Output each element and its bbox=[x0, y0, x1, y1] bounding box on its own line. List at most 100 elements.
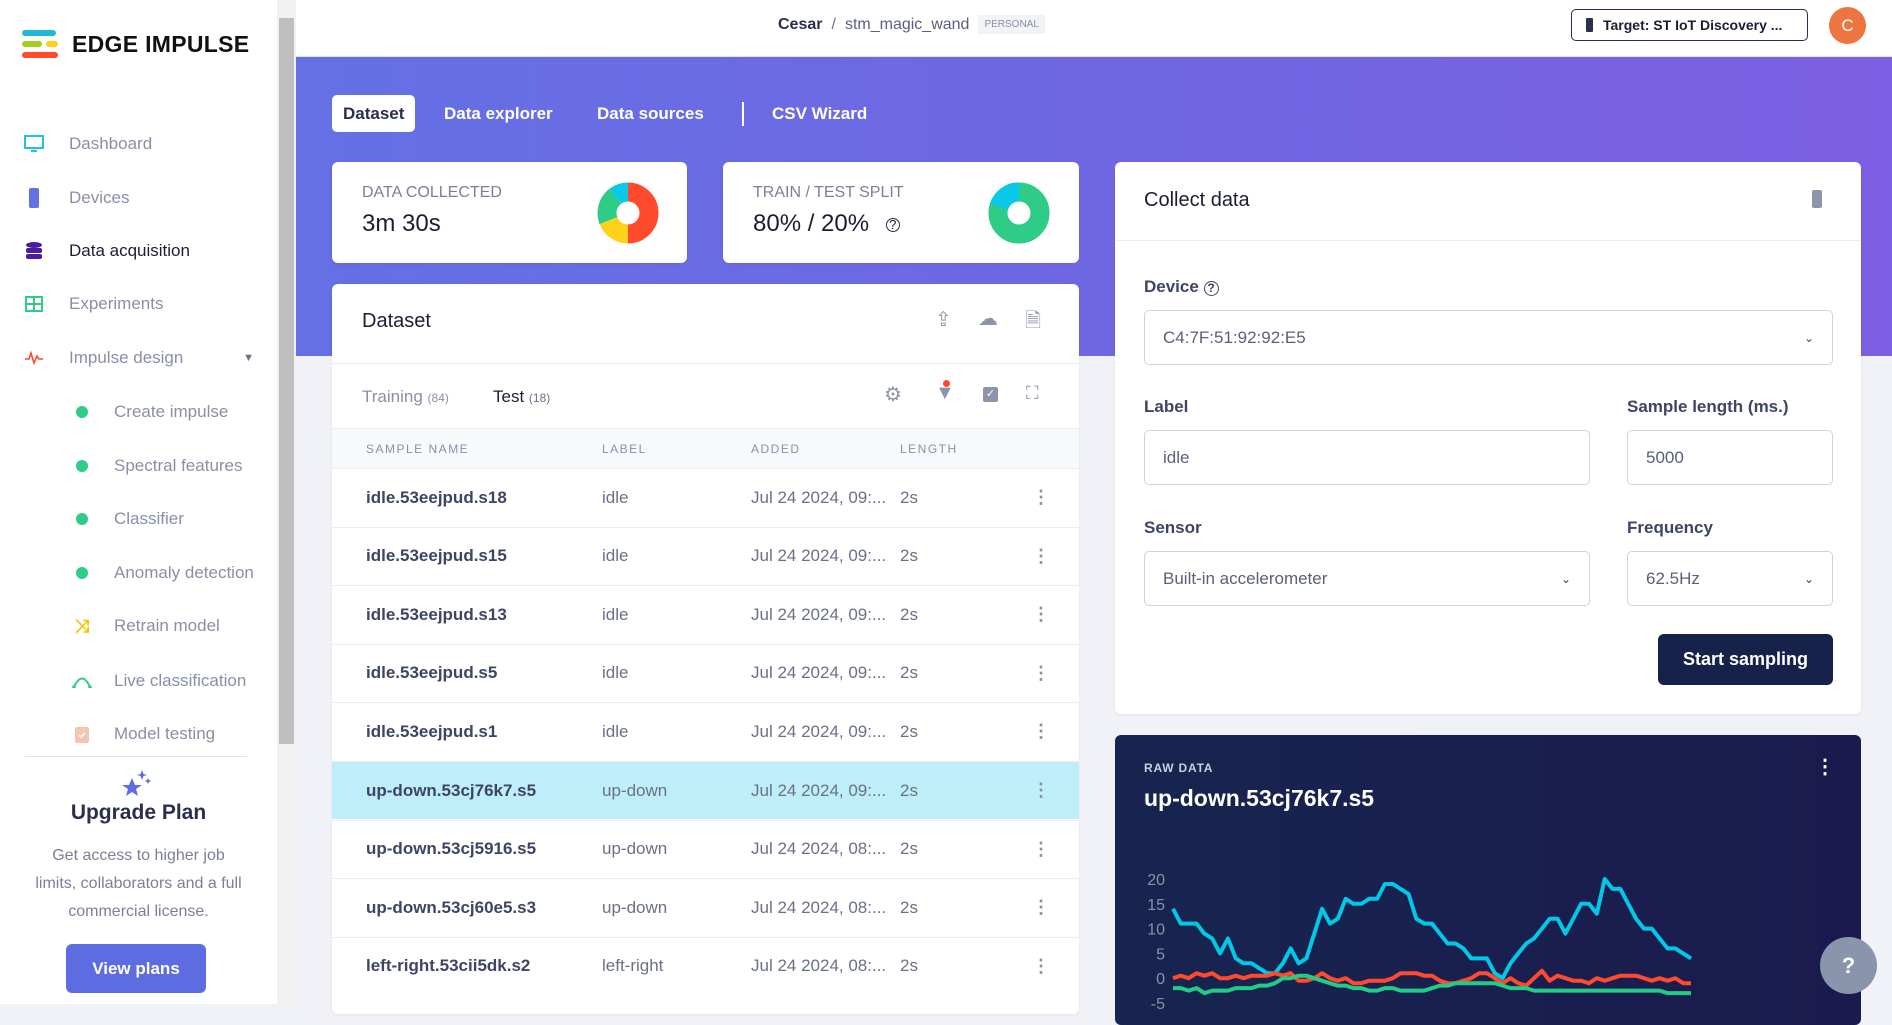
tab-data-sources[interactable]: Data sources bbox=[586, 95, 715, 132]
bezier-icon bbox=[72, 671, 92, 691]
help-icon[interactable]: ? bbox=[885, 217, 900, 232]
row-menu-icon[interactable]: ⋮ bbox=[1032, 487, 1050, 508]
sample-name[interactable]: idle.53eejpud.s1 bbox=[366, 722, 497, 742]
sample-added: Jul 24 2024, 09:... bbox=[751, 780, 887, 800]
sidebar-scrollbar-thumb[interactable] bbox=[279, 18, 294, 744]
column-header-sample-name[interactable]: SAMPLE NAME bbox=[366, 429, 469, 469]
sample-length: 2s bbox=[900, 604, 918, 624]
sample-name[interactable]: up-down.53cj5916.s5 bbox=[366, 839, 536, 859]
help-chat-button[interactable]: ? bbox=[1820, 937, 1877, 994]
row-menu-icon[interactable]: ⋮ bbox=[1032, 721, 1050, 742]
sidebar-item-retrain-model[interactable]: ⤨ Retrain model bbox=[72, 611, 302, 641]
expand-icon[interactable]: ⛶ bbox=[1026, 383, 1039, 404]
sample-name[interactable]: left-right.53cii5dk.s2 bbox=[366, 956, 530, 976]
tab-test[interactable]: Test (18) bbox=[493, 387, 550, 407]
sample-name[interactable]: idle.53eejpud.s18 bbox=[366, 488, 507, 508]
y-tick-label: 20 bbox=[1147, 872, 1165, 889]
table-row[interactable]: up-down.53cj60e5.s3 up-down Jul 24 2024, 0… bbox=[332, 878, 1079, 936]
sample-name[interactable]: up-down.53cj76k7.s5 bbox=[366, 781, 536, 801]
frequency-select-value: 62.5Hz bbox=[1646, 568, 1700, 588]
filter-icon[interactable]: ▼ bbox=[935, 380, 955, 405]
sidebar-item-experiments[interactable]: Experiments bbox=[24, 289, 254, 319]
sidebar-item-label: Anomaly detection bbox=[114, 563, 254, 582]
gear-eye-icon[interactable]: ⚙ bbox=[884, 382, 902, 407]
sidebar-item-classifier[interactable]: Classifier bbox=[72, 504, 302, 534]
table-row[interactable]: idle.53eejpud.s15 idle Jul 24 2024, 09:...… bbox=[332, 526, 1079, 585]
sample-added: Jul 24 2024, 08:... bbox=[751, 897, 887, 917]
user-avatar[interactable]: C bbox=[1829, 7, 1866, 44]
label-input[interactable]: idle bbox=[1144, 430, 1590, 485]
row-menu-icon[interactable]: ⋮ bbox=[1032, 956, 1050, 977]
sidebar-item-anomaly-detection[interactable]: Anomaly detection bbox=[72, 558, 302, 588]
upgrade-title: Upgrade Plan bbox=[70, 801, 207, 824]
table-row[interactable]: idle.53eejpud.s18 idle Jul 24 2024, 09:...… bbox=[332, 468, 1079, 526]
sidebar-item-model-testing[interactable]: Model testing bbox=[72, 719, 302, 749]
table-row[interactable]: idle.53eejpud.s5 idle Jul 24 2024, 09:... 2… bbox=[332, 643, 1079, 702]
sample-label: up-down bbox=[602, 839, 668, 859]
sample-name[interactable]: idle.53eejpud.s13 bbox=[366, 605, 507, 625]
tab-test-count: (18) bbox=[528, 391, 551, 405]
row-menu-icon[interactable]: ⋮ bbox=[1032, 897, 1050, 918]
tab-dataset[interactable]: Dataset bbox=[332, 95, 416, 132]
sidebar-item-impulse-design[interactable]: Impulse design ▼ bbox=[24, 343, 254, 373]
tab-divider bbox=[742, 102, 744, 126]
tab-csv-wizard[interactable]: CSV Wizard bbox=[761, 95, 878, 132]
row-menu-icon[interactable]: ⋮ bbox=[1032, 780, 1050, 801]
device-select[interactable]: C4:7F:51:92:92:E5 ⌄ bbox=[1144, 310, 1833, 365]
sidebar-item-live-classification[interactable]: Live classification bbox=[72, 666, 302, 696]
sample-added: Jul 24 2024, 09:... bbox=[751, 721, 887, 741]
sample-name[interactable]: idle.53eejpud.s15 bbox=[366, 546, 507, 566]
start-sampling-button[interactable]: Start sampling bbox=[1658, 634, 1833, 685]
column-header-length[interactable]: LENGTH bbox=[900, 429, 958, 469]
sidebar-item-spectral-features[interactable]: Spectral features bbox=[72, 451, 302, 481]
table-row[interactable]: left-right.53cii5dk.s2 left-right Jul 24 2… bbox=[332, 936, 1079, 995]
pulse-icon bbox=[24, 348, 44, 368]
table-row[interactable]: idle.53eejpud.s13 idle Jul 24 2024, 09:...… bbox=[332, 585, 1079, 643]
sidebar-item-label: Devices bbox=[69, 188, 130, 207]
table-row[interactable]: up-down.53cj5916.s5 up-down Jul 24 2024, 0… bbox=[332, 819, 1079, 878]
edge-impulse-logo-icon bbox=[22, 30, 58, 58]
tab-training-count: (84) bbox=[427, 391, 449, 405]
frequency-select[interactable]: 62.5Hz ⌄ bbox=[1627, 551, 1833, 606]
sidebar-item-label: Data acquisition bbox=[69, 241, 190, 260]
row-menu-icon[interactable]: ⋮ bbox=[1032, 604, 1050, 625]
sidebar-item-label: Create impulse bbox=[114, 402, 229, 421]
project-type-badge: PERSONAL bbox=[978, 15, 1045, 34]
row-menu-icon[interactable]: ⋮ bbox=[1032, 839, 1050, 860]
label-distribution-pie bbox=[597, 182, 659, 244]
sidebar-item-create-impulse[interactable]: Create impulse bbox=[72, 397, 302, 427]
view-plans-button[interactable]: View plans bbox=[66, 944, 206, 993]
target-device-button[interactable]: Target: ST IoT Discovery ... bbox=[1571, 9, 1808, 41]
tab-data-explorer[interactable]: Data explorer bbox=[433, 95, 564, 132]
brand-logo[interactable]: EDGE IMPULSE bbox=[22, 30, 249, 58]
sample-label: up-down bbox=[602, 897, 668, 917]
sensor-select[interactable]: Built-in accelerometer ⌄ bbox=[1144, 551, 1590, 606]
help-icon[interactable]: ? bbox=[1203, 281, 1219, 296]
row-menu-icon[interactable]: ⋮ bbox=[1032, 546, 1050, 567]
table-row[interactable]: idle.53eejpud.s1 idle Jul 24 2024, 09:... 2… bbox=[332, 702, 1079, 760]
file-download-icon[interactable]: 🗎 bbox=[1025, 306, 1041, 340]
sample-length: 2s bbox=[900, 780, 918, 800]
sensor-label: Sensor bbox=[1144, 518, 1202, 537]
sidebar-item-data-acquisition[interactable]: Data acquisition bbox=[24, 236, 254, 266]
brand-name: EDGE IMPULSE bbox=[72, 30, 250, 57]
sample-name[interactable]: idle.53eejpud.s5 bbox=[366, 663, 497, 683]
select-checkbox-icon[interactable]: ✓ bbox=[983, 387, 998, 402]
tab-training[interactable]: Training (84) bbox=[362, 387, 449, 407]
table-row[interactable]: up-down.53cj76k7.s5 up-down Jul 24 2024, 0… bbox=[332, 761, 1079, 819]
status-dot-icon bbox=[72, 402, 92, 422]
sample-length-input[interactable]: 5000 bbox=[1627, 430, 1833, 485]
upload-icon[interactable]: ⇪ bbox=[935, 307, 952, 332]
breadcrumb-project[interactable]: stm_magic_wand bbox=[845, 16, 970, 34]
sidebar-item-label: Spectral features bbox=[114, 456, 243, 475]
sidebar-item-devices[interactable]: Devices bbox=[24, 183, 254, 213]
breadcrumb-user[interactable]: Cesar bbox=[778, 16, 822, 34]
row-menu-icon[interactable]: ⋮ bbox=[1032, 663, 1050, 684]
column-header-added[interactable]: ADDED bbox=[751, 429, 801, 469]
column-header-label[interactable]: LABEL bbox=[602, 429, 647, 469]
raw-data-chart: 20 15 10 5 0 -5 bbox=[1147, 872, 1693, 1013]
sample-name[interactable]: up-down.53cj60e5.s3 bbox=[366, 898, 536, 918]
cloud-add-icon[interactable]: ☁ bbox=[978, 306, 998, 331]
sidebar-item-dashboard[interactable]: Dashboard bbox=[24, 129, 254, 159]
monitor-icon bbox=[24, 134, 44, 154]
